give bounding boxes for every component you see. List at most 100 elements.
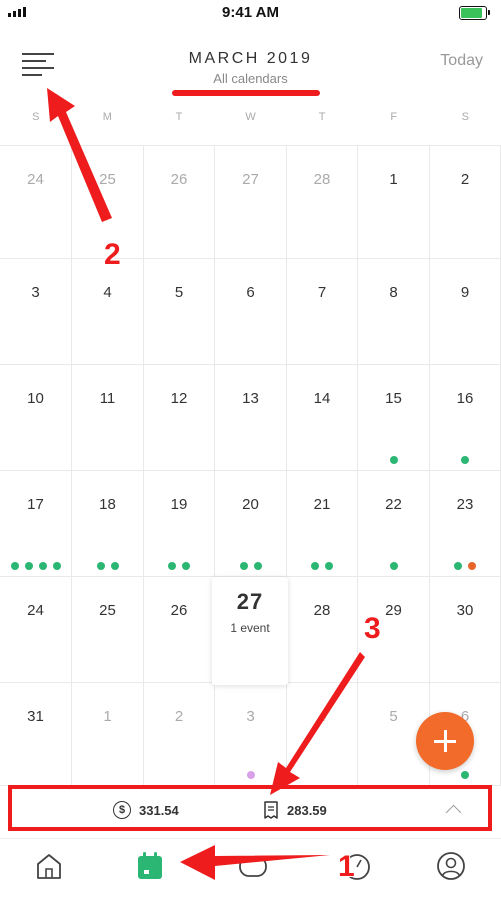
day-cell[interactable]: 23 xyxy=(430,471,501,577)
day-cell[interactable]: 7 xyxy=(287,259,358,365)
event-dots xyxy=(0,562,71,570)
event-dot xyxy=(461,456,469,464)
day-cell[interactable]: 10 xyxy=(0,365,72,471)
event-dot xyxy=(24,562,33,570)
summary-bar[interactable]: $ 331.54 283.59 xyxy=(0,787,501,833)
day-cell[interactable]: 17 xyxy=(0,471,72,577)
day-number: 19 xyxy=(170,496,188,513)
status-time: 9:41 AM xyxy=(222,4,279,21)
day-cell[interactable]: 24 xyxy=(0,146,72,259)
event-dot xyxy=(253,562,262,570)
day-number: 5 xyxy=(389,708,398,725)
today-button[interactable]: Today xyxy=(440,52,483,70)
weekday-label: T xyxy=(318,111,326,123)
day-cell[interactable]: 20 xyxy=(215,471,287,577)
weekday-label: T xyxy=(175,111,183,123)
event-dots xyxy=(358,562,429,570)
annotation-number-3: 3 xyxy=(364,612,381,645)
event-dot xyxy=(10,562,19,570)
day-cell[interactable]: 19 xyxy=(144,471,215,577)
day-number: 16 xyxy=(456,390,474,407)
day-cell[interactable]: 21 xyxy=(287,471,358,577)
selected-day-card[interactable]: 27 1 event xyxy=(212,577,288,685)
event-dots xyxy=(72,562,143,570)
day-cell[interactable]: 1 xyxy=(72,683,144,786)
add-event-button[interactable] xyxy=(416,712,474,770)
day-number: 9 xyxy=(460,284,470,301)
day-cell[interactable]: 27 xyxy=(215,146,287,259)
day-cell[interactable]: 6 xyxy=(215,259,287,365)
day-cell[interactable]: 28 xyxy=(287,146,358,259)
day-cell[interactable]: 9 xyxy=(430,259,501,365)
day-cell[interactable]: 25 xyxy=(72,577,144,683)
day-number: 5 xyxy=(174,284,184,301)
day-number: 8 xyxy=(389,284,398,301)
event-dot xyxy=(454,562,462,570)
month-title-group: MARCH 2019 All calendars xyxy=(0,50,501,86)
event-dot xyxy=(110,562,119,570)
day-number: 2 xyxy=(460,171,470,188)
day-cell[interactable]: 31 xyxy=(0,683,72,786)
day-cell[interactable]: 26 xyxy=(144,577,215,683)
event-dot xyxy=(325,562,333,570)
day-cell[interactable]: 11 xyxy=(72,365,144,471)
day-cell[interactable]: 1 xyxy=(358,146,430,259)
day-number: 26 xyxy=(170,171,188,188)
day-number: 27 xyxy=(242,171,259,188)
day-number: 1 xyxy=(389,171,398,188)
day-cell[interactable]: 3 xyxy=(215,683,287,786)
tab-home[interactable] xyxy=(32,849,66,883)
day-number: 4 xyxy=(317,708,327,725)
selected-day-number: 27 xyxy=(236,589,264,614)
day-cell[interactable]: 15 xyxy=(358,365,430,471)
day-cell[interactable]: 8 xyxy=(358,259,430,365)
day-cell[interactable]: 30 xyxy=(430,577,501,683)
event-dot xyxy=(38,562,47,570)
tab-calendar[interactable] xyxy=(133,849,167,883)
tab-chat[interactable] xyxy=(236,849,270,883)
chat-icon xyxy=(239,856,267,877)
day-cell[interactable]: 24 xyxy=(0,577,72,683)
event-dot xyxy=(246,771,255,779)
tab-profile[interactable] xyxy=(434,849,468,883)
day-number: 4 xyxy=(103,284,112,301)
day-number: 14 xyxy=(313,390,331,407)
day-cell[interactable]: 14 xyxy=(287,365,358,471)
day-cell[interactable]: 28 xyxy=(287,577,358,683)
event-dots xyxy=(430,771,500,779)
selected-day-event-count: 1 event xyxy=(230,621,270,635)
event-dot xyxy=(389,562,398,570)
day-cell[interactable]: 18 xyxy=(72,471,144,577)
battery-icon xyxy=(459,6,490,20)
event-dots xyxy=(287,562,357,570)
day-cell[interactable]: 3 xyxy=(0,259,72,365)
event-dots xyxy=(430,456,500,464)
day-number: 22 xyxy=(385,496,402,513)
day-cell[interactable]: 2 xyxy=(144,683,215,786)
day-cell[interactable]: 12 xyxy=(144,365,215,471)
event-dot xyxy=(168,562,176,570)
user-icon xyxy=(437,852,465,880)
day-cell[interactable]: 16 xyxy=(430,365,501,471)
weekday-header: S M T W T F S xyxy=(0,111,501,135)
day-cell[interactable]: 13 xyxy=(215,365,287,471)
day-cell[interactable]: 4 xyxy=(287,683,358,786)
day-cell[interactable]: 5 xyxy=(144,259,215,365)
day-cell[interactable]: 2 xyxy=(430,146,501,259)
weekday-label: F xyxy=(390,111,398,123)
chevron-up-icon[interactable] xyxy=(445,804,462,821)
weekday-label: W xyxy=(245,111,256,123)
day-cell[interactable]: 26 xyxy=(144,146,215,259)
event-dot xyxy=(311,562,319,570)
status-bar: 9:41 AM xyxy=(0,0,501,26)
month-title[interactable]: MARCH 2019 xyxy=(0,50,501,68)
weekday-label: M xyxy=(102,111,112,123)
calendar-filter[interactable]: All calendars xyxy=(0,71,501,86)
day-cell[interactable]: 4 xyxy=(72,259,144,365)
event-dot xyxy=(468,562,476,570)
day-number: 13 xyxy=(242,390,259,407)
day-number: 24 xyxy=(27,171,44,188)
day-cell[interactable]: 22 xyxy=(358,471,430,577)
calendar-header: MARCH 2019 All calendars Today xyxy=(0,26,501,100)
day-number: 26 xyxy=(170,602,188,619)
